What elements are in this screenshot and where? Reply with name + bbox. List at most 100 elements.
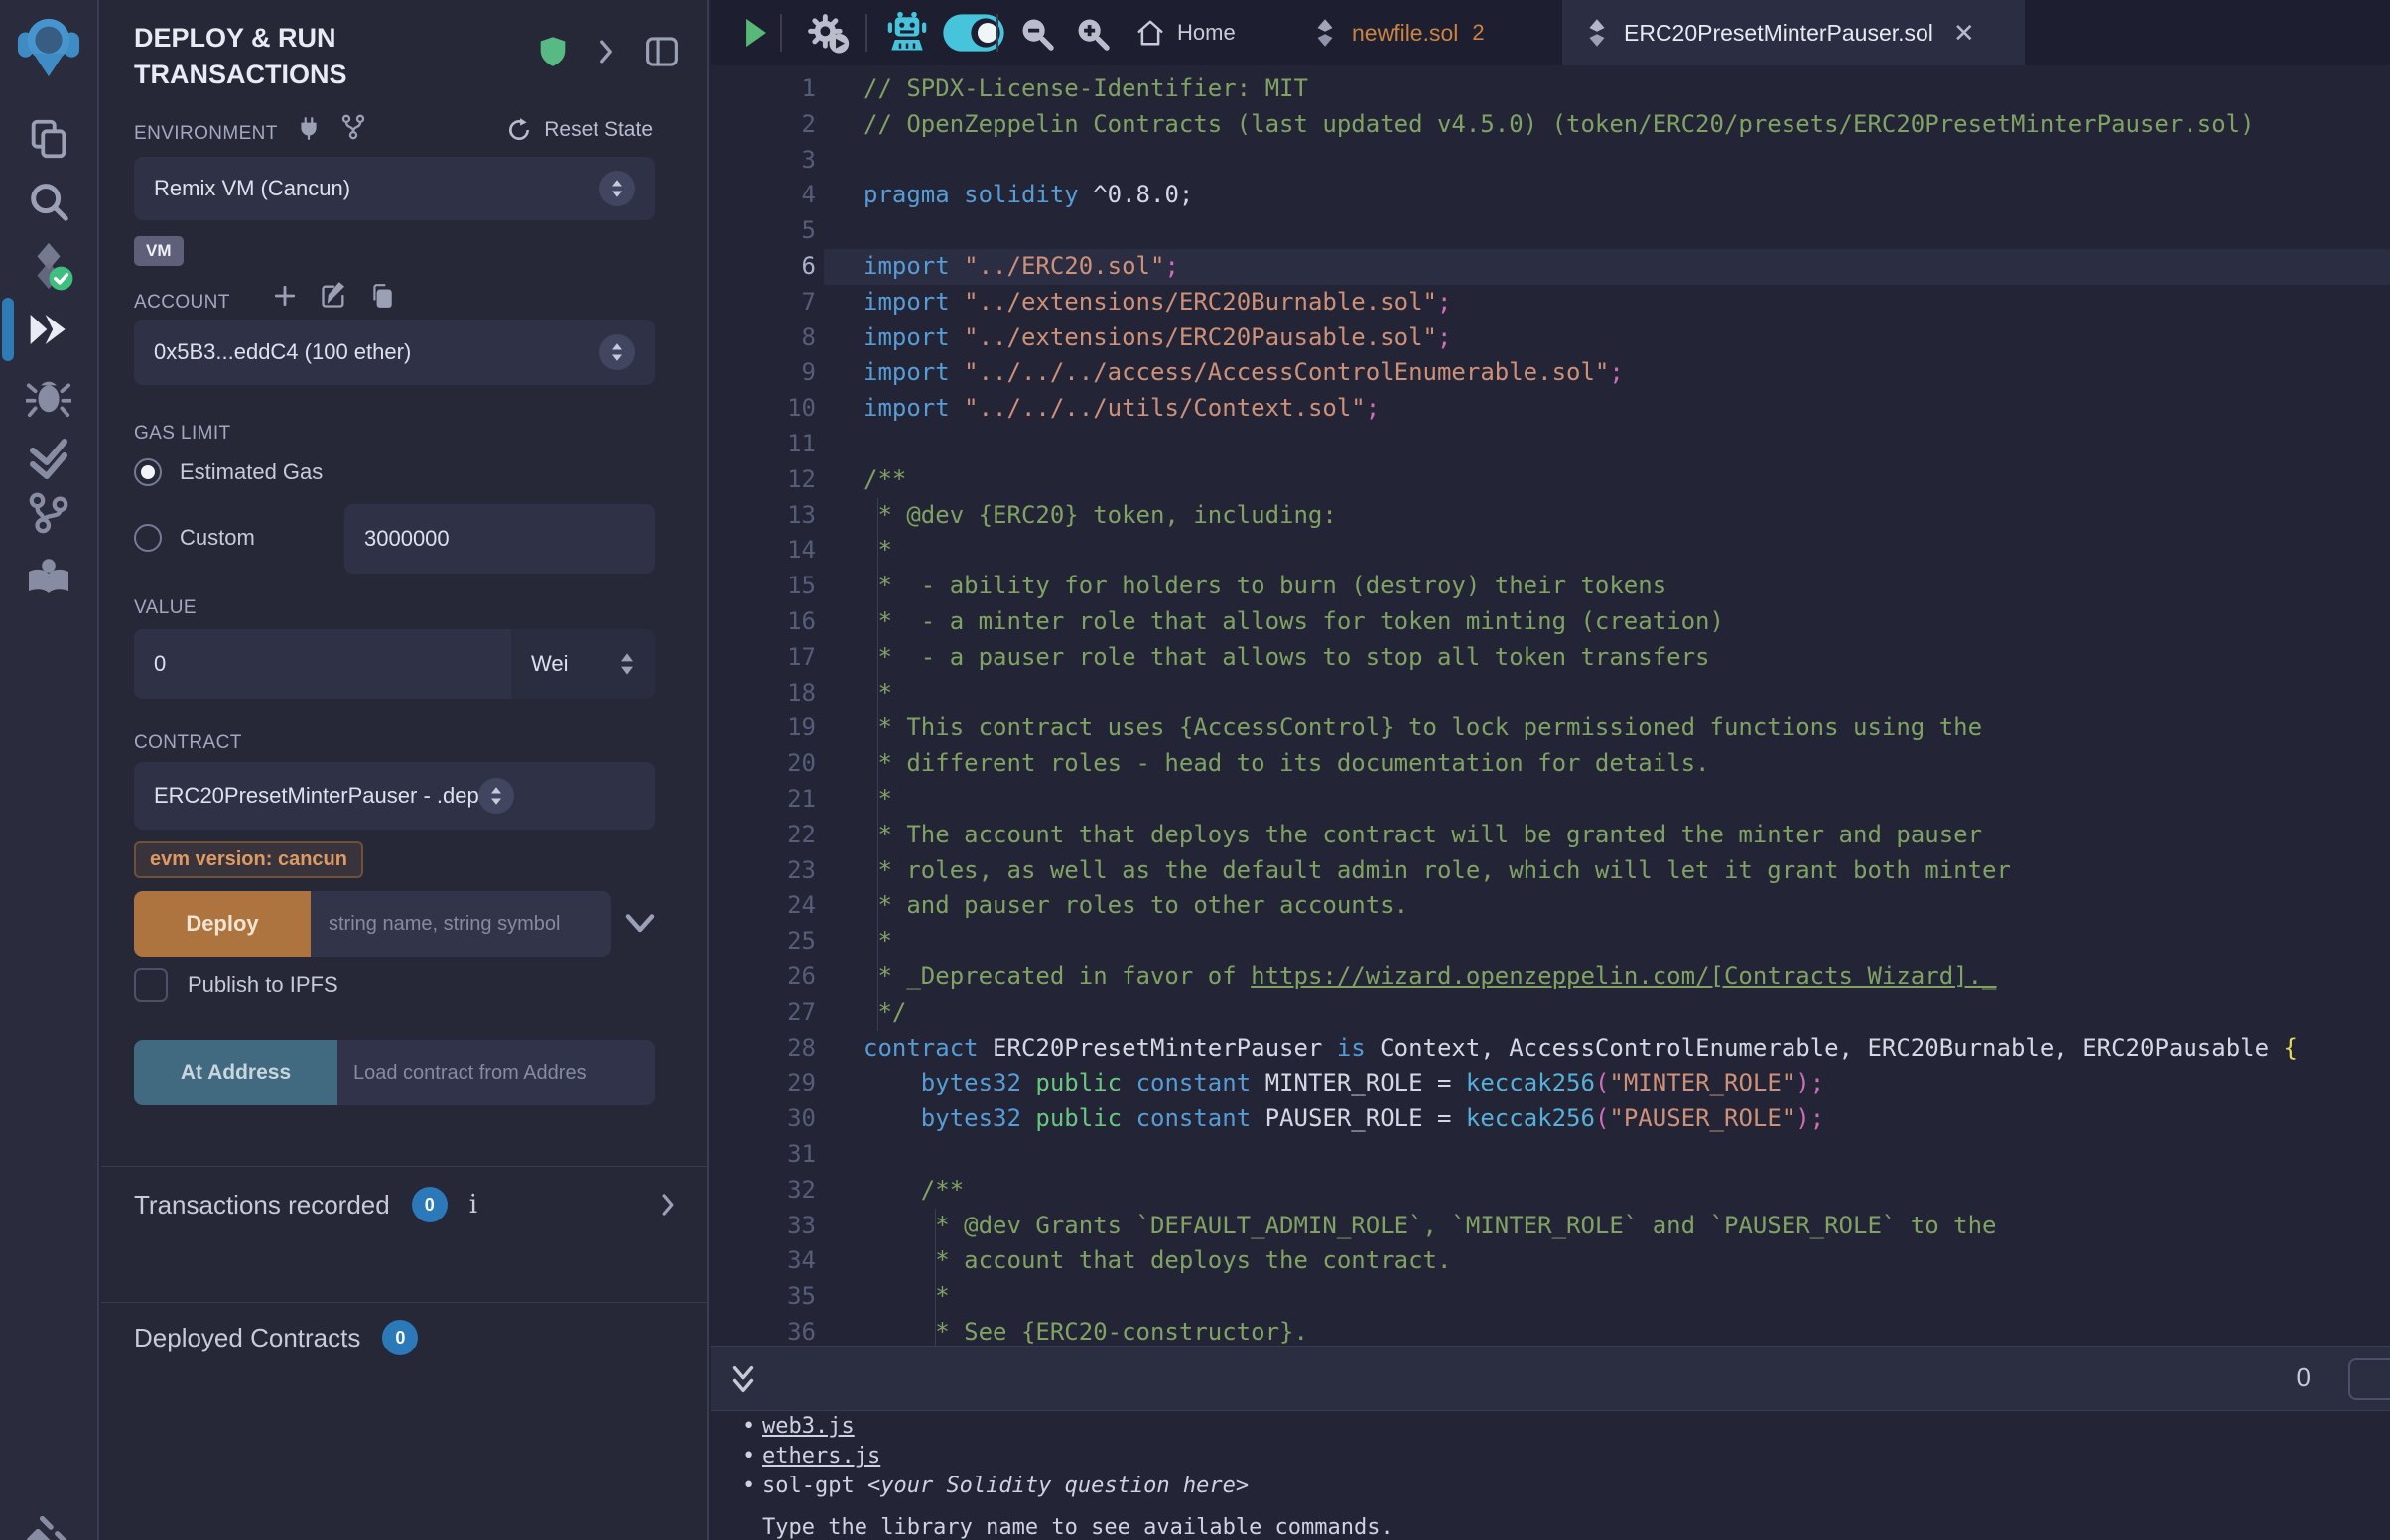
custom-gas-radio[interactable] — [134, 524, 162, 552]
line-number: 22 — [711, 818, 816, 853]
zoom-out-icon[interactable] — [1008, 0, 1064, 65]
code-line[interactable]: import "../ERC20.sol"; — [824, 249, 2390, 285]
remix-logo-icon[interactable] — [0, 12, 97, 83]
git-icon[interactable] — [0, 484, 97, 540]
run-script-play-icon[interactable] — [729, 0, 784, 65]
code-line[interactable] — [824, 427, 2390, 462]
custom-gas-option[interactable]: Custom — [134, 524, 255, 552]
tab-home[interactable]: Home — [1114, 0, 1258, 65]
code-line[interactable]: contract ERC20PresetMinterPauser is Cont… — [824, 1031, 2390, 1067]
terminal-search-input[interactable] — [2348, 1358, 2390, 1400]
code-line[interactable]: /** — [824, 1173, 2390, 1209]
plugin-manager-icon[interactable] — [0, 1510, 97, 1540]
code-line[interactable]: * - a minter role that allows for token … — [824, 604, 2390, 640]
plug-icon[interactable] — [296, 115, 322, 141]
code-line[interactable] — [824, 143, 2390, 179]
publish-ipfs-checkbox[interactable] — [134, 968, 168, 1002]
code-line[interactable]: * — [824, 782, 2390, 818]
terminal-library-link[interactable]: web3.js — [762, 1414, 855, 1439]
tab-erc20presetminterpauser-sol[interactable]: ERC20PresetMinterPauser.sol ✕ — [1562, 0, 2025, 65]
code-line[interactable]: * roles, as well as the default admin ro… — [824, 853, 2390, 889]
code-line[interactable]: * @dev {ERC20} token, including: — [824, 498, 2390, 534]
expand-args-chevron-icon[interactable] — [625, 913, 655, 935]
value-unit-select[interactable]: Wei — [511, 629, 655, 699]
code-line[interactable]: * — [824, 924, 2390, 960]
refresh-icon — [506, 117, 532, 143]
close-tab-icon[interactable]: ✕ — [1953, 18, 1975, 49]
code-line[interactable]: * This contract uses {AccessControl} to … — [824, 710, 2390, 746]
terminal-output[interactable]: •web3.js•ethers.js•sol-gpt <your Solidit… — [711, 1412, 2390, 1540]
code-line[interactable]: import "../../../access/AccessControlEnu… — [824, 355, 2390, 391]
code-line[interactable]: * - ability for holders to burn (destroy… — [824, 569, 2390, 604]
code-line[interactable]: bytes32 public constant MINTER_ROLE = ke… — [824, 1066, 2390, 1101]
expand-transactions-chevron-icon[interactable] — [660, 1192, 676, 1218]
code-line[interactable] — [824, 1137, 2390, 1173]
sign-message-icon[interactable] — [320, 282, 347, 310]
code-line[interactable]: * — [824, 676, 2390, 711]
code-line[interactable]: pragma solidity ^0.8.0; — [824, 178, 2390, 213]
code-line[interactable]: /** — [824, 462, 2390, 498]
debugger-icon[interactable] — [0, 367, 97, 423]
code-line[interactable]: * account that deploys the contract. — [824, 1243, 2390, 1279]
deployed-contracts-section[interactable]: Deployed Contracts 0 — [134, 1320, 676, 1355]
code-line[interactable]: */ — [824, 995, 2390, 1031]
at-address-input[interactable]: Load contract from Addres — [337, 1040, 655, 1105]
code-line[interactable]: bytes32 public constant PAUSER_ROLE = ke… — [824, 1101, 2390, 1137]
collapse-panel-chevron-icon[interactable] — [598, 38, 615, 65]
copy-address-icon[interactable] — [369, 282, 395, 310]
editor-area: Home newfile.sol 2 ERC20PresetMinterPaus… — [711, 0, 2390, 1540]
deploy-run-icon[interactable] — [0, 302, 97, 357]
unit-testing-icon[interactable] — [0, 431, 97, 486]
code-line[interactable]: * — [824, 1279, 2390, 1315]
estimated-gas-radio[interactable] — [134, 458, 162, 486]
code-line[interactable]: * and pauser roles to other accounts. — [824, 888, 2390, 924]
code-line[interactable]: // OpenZeppelin Contracts (last updated … — [824, 107, 2390, 143]
info-icon[interactable]: i — [469, 1190, 477, 1219]
value-input[interactable]: 0 — [134, 629, 511, 699]
code-line[interactable]: import "../extensions/ERC20Pausable.sol"… — [824, 321, 2390, 356]
search-icon[interactable] — [0, 174, 97, 229]
code-line[interactable]: * - a pauser role that allows to stop al… — [824, 640, 2390, 676]
vm-badge: VM — [134, 236, 184, 266]
code-line[interactable]: * _Deprecated in favor of https://wizard… — [824, 960, 2390, 995]
environment-value: Remix VM (Cancun) — [154, 176, 350, 201]
code-line[interactable]: // SPDX-License-Identifier: MIT — [824, 71, 2390, 107]
file-explorer-icon[interactable] — [0, 111, 97, 167]
custom-gas-input[interactable]: 3000000 — [344, 504, 655, 574]
code-line[interactable]: import "../extensions/ERC20Burnable.sol"… — [824, 285, 2390, 321]
contract-select[interactable]: ERC20PresetMinterPauser - .deps/ — [134, 762, 655, 830]
terminal-expand-icon[interactable] — [729, 1362, 758, 1396]
code-line[interactable]: * different roles - head to its document… — [824, 746, 2390, 782]
reset-state-label: Reset State — [544, 118, 653, 142]
documentation-icon[interactable] — [0, 548, 97, 603]
add-account-icon[interactable] — [272, 283, 298, 309]
script-config-gear-icon[interactable] — [792, 0, 862, 65]
environment-select[interactable]: Remix VM (Cancun) — [134, 157, 655, 220]
code-line[interactable] — [824, 213, 2390, 249]
at-address-button[interactable]: At Address — [134, 1040, 337, 1105]
reset-state-button[interactable]: Reset State — [506, 117, 653, 143]
ai-assistant-robot-icon[interactable] — [877, 0, 937, 65]
solidity-file-icon — [1584, 18, 1610, 48]
estimated-gas-option[interactable]: Estimated Gas — [134, 458, 323, 486]
code-line[interactable]: * @dev Grants `DEFAULT_ADMIN_ROLE`, `MIN… — [824, 1209, 2390, 1244]
terminal-bar[interactable]: 0 — [711, 1346, 2390, 1411]
pin-panel-icon[interactable] — [645, 36, 679, 67]
code-line[interactable]: * See {ERC20-constructor}. — [824, 1315, 2390, 1346]
home-tab-label: Home — [1177, 20, 1236, 46]
account-select[interactable]: 0x5B3...eddC4 (100 ether) — [134, 320, 655, 385]
publish-ipfs-option[interactable]: Publish to IPFS — [134, 968, 338, 1002]
deploy-button[interactable]: Deploy — [134, 891, 311, 957]
constructor-args-input[interactable]: string name, string symbol — [311, 891, 611, 957]
zoom-in-icon[interactable] — [1064, 0, 1120, 65]
code-line[interactable]: import "../../../utils/Context.sol"; — [824, 391, 2390, 427]
solidity-compiler-icon[interactable] — [0, 238, 97, 294]
ai-copilot-toggle[interactable] — [937, 0, 1010, 65]
terminal-library-link[interactable]: ethers.js — [762, 1444, 880, 1469]
tab-newfile-sol[interactable]: newfile.sol 2 — [1290, 0, 1507, 65]
code-editor[interactable]: 1234567891011121314151617181920212223242… — [711, 65, 2390, 1346]
code-line[interactable]: * The account that deploys the contract … — [824, 818, 2390, 853]
git-fork-icon[interactable] — [339, 113, 367, 141]
code-line[interactable]: * — [824, 533, 2390, 569]
transactions-recorded-section[interactable]: Transactions recorded 0 i — [134, 1187, 676, 1222]
